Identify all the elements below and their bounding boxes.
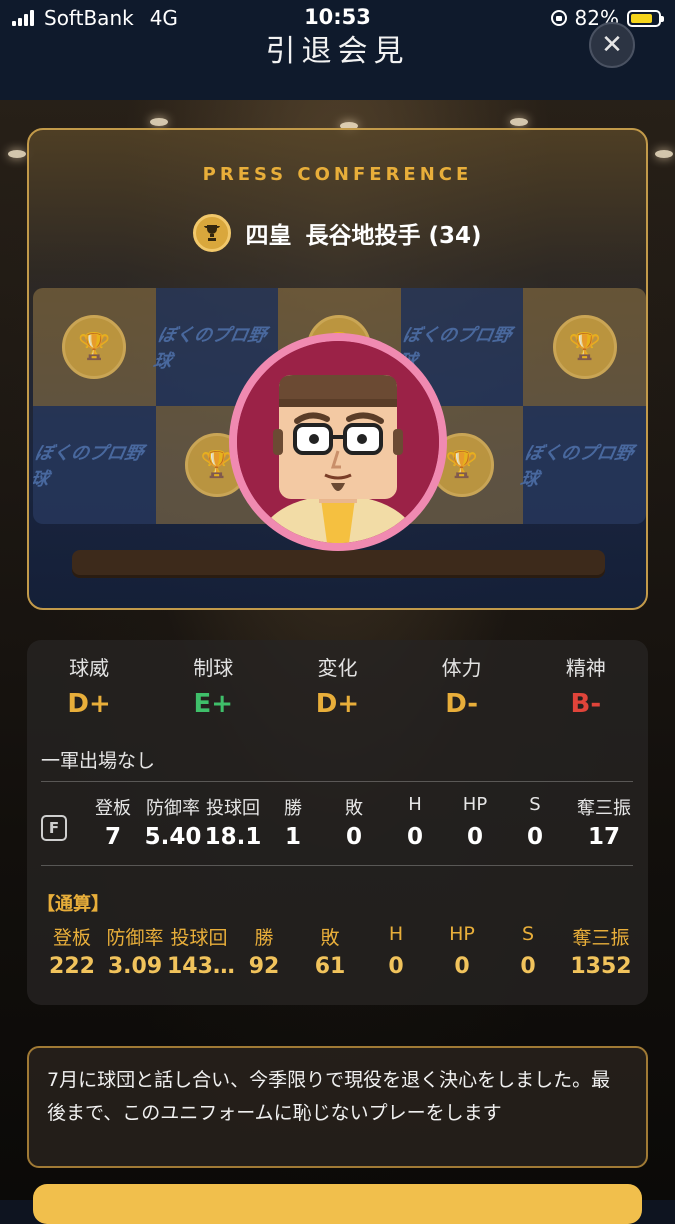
stat-value: 0 <box>526 824 543 850</box>
stat-value: 0 <box>406 824 423 850</box>
career-title: 【通算】 <box>37 894 109 915</box>
trophy-icon <box>193 214 232 252</box>
stat-header: H <box>408 794 422 815</box>
stat-header: 登板 <box>52 927 91 949</box>
stat-header: 勝 <box>284 798 302 819</box>
stat-value: 17 <box>587 824 620 850</box>
divider <box>41 781 633 782</box>
season-value-row: 7 5.40 18.1 1 0 0 0 0 17 <box>83 824 643 850</box>
press-label: PRESS CONFERENCE <box>202 164 473 185</box>
team-name: 四皇 <box>245 223 292 249</box>
rating-item: 球威 D+ <box>27 652 151 719</box>
stat-value: 1352 <box>570 954 632 979</box>
stat-value: 222 <box>49 954 95 979</box>
rating-item: 制球 E+ <box>151 652 275 719</box>
league-logo: ぼくのプロ野球 <box>33 443 145 490</box>
stat-value: 0 <box>388 954 404 979</box>
league-logo: ぼくのプロ野球 <box>518 443 636 490</box>
stat-header: 敗 <box>320 927 340 949</box>
battery-icon <box>627 9 664 27</box>
stat-value: 0 <box>466 824 483 850</box>
rating-grade: D+ <box>315 689 360 719</box>
career-value-row: 222 3.09 143… 92 61 0 0 0 1352 <box>41 954 641 979</box>
appearance-note: 一軍出場なし <box>41 750 156 772</box>
rating-grade: D- <box>445 689 479 719</box>
player-heading: 四皇 長谷地投手 (34) <box>29 214 646 252</box>
close-button[interactable]: ✕ <box>589 22 635 68</box>
rating-item: 体力 D- <box>400 652 524 719</box>
stat-value: 0 <box>520 954 536 979</box>
stat-header: 奪三振 <box>577 798 631 819</box>
rating-label: 制球 <box>193 656 234 680</box>
rating-grade: E+ <box>193 689 234 719</box>
rating-grade: B- <box>570 689 602 719</box>
stat-header: 奪三振 <box>572 927 630 949</box>
stat-header: 投球回 <box>170 927 228 949</box>
player-avatar <box>229 333 447 551</box>
rating-grade: D+ <box>67 689 111 719</box>
header: SoftBank 4G 10:53 82% 引退会見 ✕ <box>0 0 675 100</box>
stat-header: S <box>529 794 541 815</box>
stat-header: 防御率 <box>146 798 200 819</box>
stat-header: H <box>388 923 404 945</box>
stat-value: 18.1 <box>204 824 262 850</box>
stat-value: 92 <box>248 954 280 979</box>
stat-value: 61 <box>314 954 346 979</box>
team-badge: F <box>41 815 67 841</box>
stat-header: HP <box>462 794 488 815</box>
trophy-coin-icon: 🏆 <box>62 315 127 379</box>
stat-value: 143… <box>167 954 235 979</box>
career-header-row: 登板 防御率 投球回 勝 敗 H HP S 奪三振 <box>41 923 641 950</box>
divider <box>41 865 633 866</box>
rating-label: 精神 <box>565 656 606 680</box>
stat-value: 7 <box>104 824 121 850</box>
stats-panel: 球威 D+ 制球 E+ 変化 D+ 体力 D- 精神 B- 一軍出場なし F 登板 防御率 投球回勝敗… <box>27 640 648 1005</box>
stat-value: 0 <box>454 954 470 979</box>
stat-value: 0 <box>345 824 362 850</box>
rating-label: 体力 <box>441 656 482 680</box>
stat-value: 1 <box>284 824 301 850</box>
trophy-coin-icon: 🏆 <box>552 315 617 379</box>
rating-item: 変化 D+ <box>275 652 399 719</box>
podium-table <box>72 550 605 578</box>
stat-header: 登板 <box>95 798 131 819</box>
player-name: 長谷地投手 (34) <box>305 223 482 249</box>
season-header-row: 登板 防御率 投球回 勝 敗 H HP S 奪三振 <box>83 794 643 820</box>
rating-label: 球威 <box>69 656 110 680</box>
stat-header: HP <box>449 923 475 945</box>
retirement-comment: 7月に球団と話し合い、今季限りで現役を退く決心をしました。最後まで、このユニフォ… <box>27 1046 648 1168</box>
rating-item: 精神 B- <box>524 652 648 719</box>
stat-value: 5.40 <box>144 824 202 850</box>
stat-value: 3.09 <box>107 954 163 979</box>
rating-label: 変化 <box>317 656 358 680</box>
rotation-lock-icon <box>550 10 567 26</box>
stat-header: 投球回 <box>206 798 260 819</box>
stat-header: 勝 <box>254 927 274 949</box>
stat-header: S <box>521 923 535 945</box>
stat-header: 敗 <box>345 798 363 819</box>
confirm-button[interactable] <box>33 1184 642 1224</box>
close-icon: ✕ <box>601 30 623 60</box>
page-title: 引退会見 <box>265 34 410 69</box>
stat-header: 防御率 <box>106 927 164 949</box>
ratings-row: 球威 D+ 制球 E+ 変化 D+ 体力 D- 精神 B- <box>27 652 648 719</box>
